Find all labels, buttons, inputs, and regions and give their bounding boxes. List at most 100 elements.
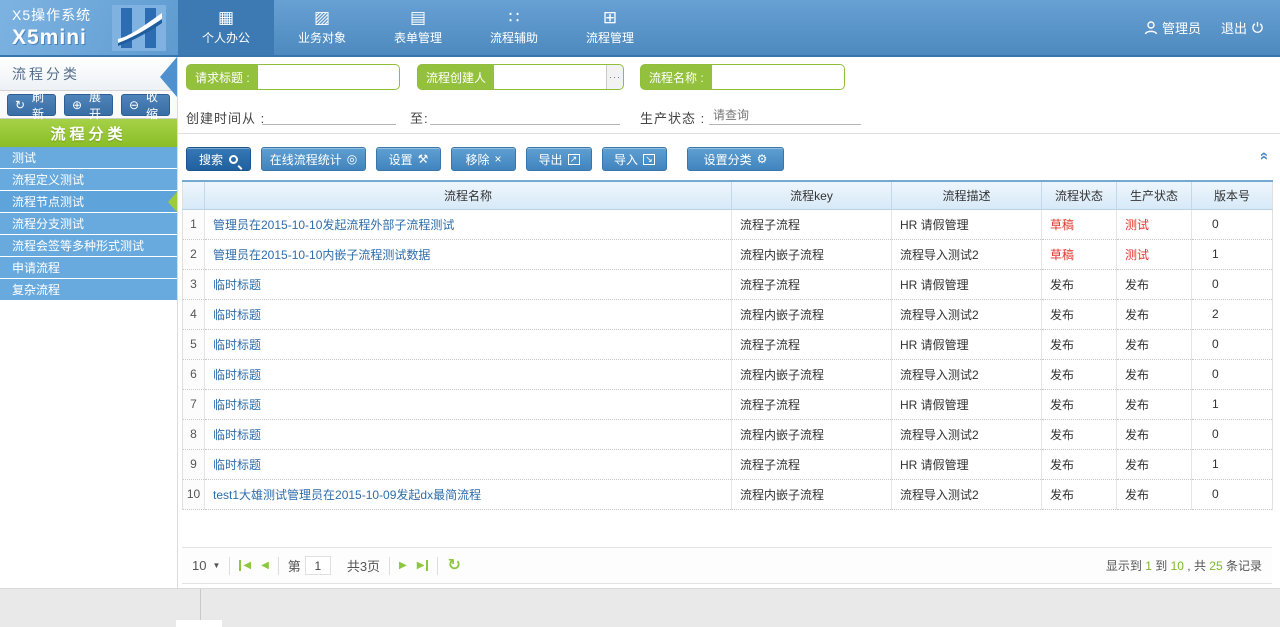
- tree-item-label: 流程分支测试: [12, 215, 84, 232]
- process-name-link[interactable]: test1大雄测试管理员在2015-10-09发起dx最简流程: [213, 488, 481, 502]
- process-desc-cell: HR 请假管理: [892, 389, 1042, 419]
- collapse-filter-panel-icon[interactable]: «: [1257, 152, 1271, 160]
- process-desc-cell: HR 请假管理: [892, 329, 1042, 359]
- process-key-cell: 流程内嵌子流程: [732, 479, 892, 509]
- to-label: 至:: [410, 108, 429, 127]
- records-summary: 显示到 1 到 10 , 共 25 条记录: [1106, 557, 1262, 574]
- table-row[interactable]: 8临时标题流程内嵌子流程流程导入测试2发布发布0: [183, 419, 1273, 449]
- 导入-button[interactable]: 导入↘: [602, 147, 667, 171]
- created-to-input[interactable]: [430, 106, 620, 125]
- nav-tab-label: 业务对象: [298, 29, 346, 46]
- expand-icon: ⊕: [72, 98, 82, 112]
- sidebar-item-流程分支测试[interactable]: 流程分支测试: [0, 213, 177, 234]
- sidebar-collapse-arrow-icon[interactable]: [160, 57, 177, 97]
- bottom-strip: [0, 588, 1280, 627]
- 搜索-button[interactable]: 搜索: [186, 147, 251, 171]
- creator-picker-button[interactable]: ···: [606, 65, 623, 89]
- table-row[interactable]: 5临时标题流程子流程HR 请假管理发布发布0: [183, 329, 1273, 359]
- sidebar-toolbar: ↻刷新 ⊕展开 ⊖收缩: [0, 91, 177, 119]
- last-page-button[interactable]: ▶: [417, 560, 429, 571]
- 导出-button[interactable]: 导出↗: [526, 147, 592, 171]
- process-name-input[interactable]: [712, 65, 844, 89]
- button-label: 设置: [389, 151, 413, 168]
- brand-h-logo-icon: [112, 5, 166, 51]
- expand-all-button[interactable]: ⊕展开: [64, 94, 113, 116]
- current-page-input[interactable]: [305, 556, 331, 575]
- sidebar: 流程分类 ↻刷新⊕展开⊖收缩 流程分类 测试流程定义测试流程节点测试流程分支测试…: [0, 57, 178, 588]
- button-label: 在线流程统计: [270, 151, 342, 168]
- divider: [389, 557, 390, 575]
- table-row[interactable]: 2管理员在2015-10-10内嵌子流程测试数据流程内嵌子流程流程导入测试2草稿…: [183, 239, 1273, 269]
- nav-tab-业务对象[interactable]: ▨业务对象: [274, 0, 370, 55]
- search-icon: [229, 155, 238, 164]
- product-name: X5操作系统: [12, 5, 112, 25]
- col-process-desc[interactable]: 流程描述: [892, 181, 1042, 209]
- col-production-status[interactable]: 生产状态: [1117, 181, 1192, 209]
- process-key-cell: 流程子流程: [732, 269, 892, 299]
- collapse-icon: ⊖: [129, 98, 139, 112]
- table-row[interactable]: 10test1大雄测试管理员在2015-10-09发起dx最简流程流程内嵌子流程…: [183, 479, 1273, 509]
- main-nav: ▦个人办公▨业务对象▤表单管理∷流程辅助⊞流程管理: [178, 0, 658, 55]
- tree-item-label: 流程会签等多种形式测试: [12, 237, 144, 254]
- col-process-status[interactable]: 流程状态: [1042, 181, 1117, 209]
- process-name-link[interactable]: 临时标题: [213, 458, 261, 472]
- process-status-cell: 发布: [1042, 359, 1117, 389]
- table-row[interactable]: 1管理员在2015-10-10发起流程外部子流程测试流程子流程HR 请假管理草稿…: [183, 209, 1273, 239]
- 移除-button[interactable]: 移除×: [451, 147, 516, 171]
- process-name-link[interactable]: 临时标题: [213, 368, 261, 382]
- refresh-button[interactable]: ↻刷新: [7, 94, 56, 116]
- 设置-button[interactable]: 设置⚒: [376, 147, 441, 171]
- created-from-input[interactable]: [262, 106, 396, 125]
- pagination-bar: 10 ▼ ◀ ◀ 第 共3页 ▶ ▶ ↻ 显示到 1 到 10 , 共 25 条…: [182, 547, 1272, 584]
- next-page-button[interactable]: ▶: [399, 561, 407, 571]
- col-version[interactable]: 版本号: [1192, 181, 1273, 209]
- sidebar-item-申请流程[interactable]: 申请流程: [0, 257, 177, 278]
- prev-page-button[interactable]: ◀: [261, 561, 269, 571]
- sidebar-item-流程节点测试[interactable]: 流程节点测试: [0, 191, 177, 212]
- 设置分类-button[interactable]: 设置分类⚙: [687, 147, 784, 171]
- nav-tab-个人办公[interactable]: ▦个人办公: [178, 0, 274, 55]
- production-status-cell: 发布: [1117, 389, 1192, 419]
- nav-tab-表单管理[interactable]: ▤表单管理: [370, 0, 466, 55]
- sidebar-panel-title: 流程分类: [12, 64, 80, 84]
- process-desc-cell: 流程导入测试2: [892, 479, 1042, 509]
- nav-tab-流程辅助[interactable]: ∷流程辅助: [466, 0, 562, 55]
- process-status-cell: 草稿: [1042, 239, 1117, 269]
- button-label: 展开: [85, 88, 105, 122]
- current-user[interactable]: 管理员: [1144, 18, 1201, 37]
- target-icon: ◎: [347, 153, 357, 165]
- process-name-link[interactable]: 临时标题: [213, 398, 261, 412]
- nav-tab-流程管理[interactable]: ⊞流程管理: [562, 0, 658, 55]
- process-name-link[interactable]: 管理员在2015-10-10发起流程外部子流程测试: [213, 218, 454, 232]
- production-status-input[interactable]: [709, 106, 861, 125]
- page-prefix-label: 第: [288, 556, 301, 575]
- 在线流程统计-button[interactable]: 在线流程统计 ◎: [261, 147, 366, 171]
- table-row[interactable]: 6临时标题流程内嵌子流程流程导入测试2发布发布0: [183, 359, 1273, 389]
- logout-button[interactable]: 退出: [1221, 18, 1264, 37]
- table-row[interactable]: 9临时标题流程子流程HR 请假管理发布发布1: [183, 449, 1273, 479]
- sidebar-item-测试[interactable]: 测试: [0, 147, 177, 168]
- page-size-select[interactable]: 10 ▼: [192, 558, 220, 573]
- bottom-panel-handle[interactable]: [176, 620, 222, 627]
- button-label: 收缩: [142, 88, 162, 122]
- logo-text: X5操作系统 X5mini: [0, 5, 112, 50]
- table-row[interactable]: 7临时标题流程子流程HR 请假管理发布发布1: [183, 389, 1273, 419]
- reload-grid-icon[interactable]: ↻: [447, 558, 460, 574]
- process-name-link[interactable]: 临时标题: [213, 308, 261, 322]
- first-page-button[interactable]: ◀: [239, 560, 251, 571]
- table-row[interactable]: 4临时标题流程内嵌子流程流程导入测试2发布发布2: [183, 299, 1273, 329]
- filter-row-2: 创建时间从 : 至: 生产状态 :: [178, 99, 1280, 134]
- process-name-link[interactable]: 临时标题: [213, 338, 261, 352]
- request-title-input[interactable]: [258, 65, 399, 89]
- process-name-link[interactable]: 临时标题: [213, 278, 261, 292]
- table-row[interactable]: 3临时标题流程子流程HR 请假管理发布发布0: [183, 269, 1273, 299]
- sidebar-item-复杂流程[interactable]: 复杂流程: [0, 279, 177, 300]
- process-name-link[interactable]: 管理员在2015-10-10内嵌子流程测试数据: [213, 248, 430, 262]
- sidebar-item-流程会签等多种形式测试[interactable]: 流程会签等多种形式测试: [0, 235, 177, 256]
- row-number: 3: [183, 269, 205, 299]
- col-process-key[interactable]: 流程key: [732, 181, 892, 209]
- sidebar-item-流程定义测试[interactable]: 流程定义测试: [0, 169, 177, 190]
- col-process-name[interactable]: 流程名称: [205, 181, 732, 209]
- creator-input[interactable]: [494, 65, 606, 89]
- process-name-link[interactable]: 临时标题: [213, 428, 261, 442]
